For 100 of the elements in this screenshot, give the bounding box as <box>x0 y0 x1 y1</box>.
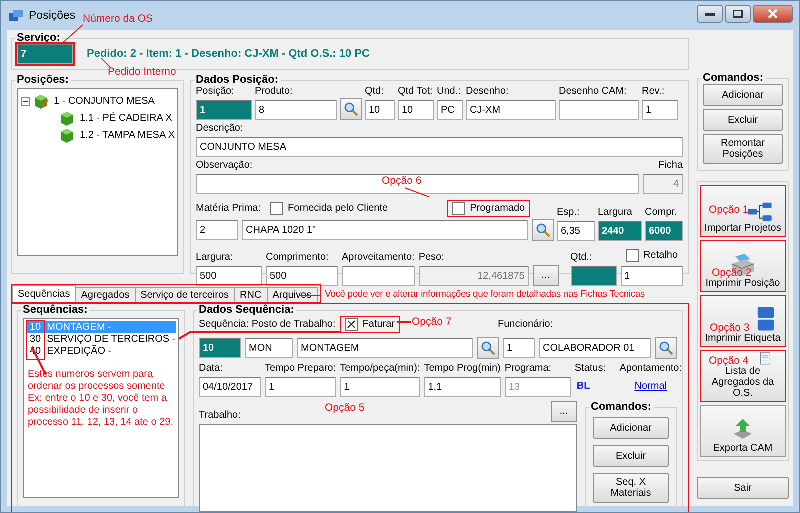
remnant-field[interactable]: 1 <box>620 266 683 286</box>
annotation: Estes numeros servem para ordenar os processos somente Ex: entre o 10 e 30, você tem a possibilidade de inserir o processo 11, 12, 13, 14 ate o 29. <box>28 369 174 429</box>
search-button[interactable] <box>532 219 554 241</box>
search-icon <box>658 340 674 356</box>
tab[interactable]: Sequências <box>12 285 76 302</box>
leader-line <box>404 188 430 198</box>
field-label: Produto: <box>255 86 294 98</box>
cube-icon <box>59 128 75 144</box>
position-tree[interactable]: 1 - CONJUNTO MESA 1.1 - PÉ CADEIRA X 1.2 - TAMPA MESA X <box>17 88 178 256</box>
length-field[interactable]: 500 <box>266 266 338 286</box>
piece-time-field[interactable]: 1 <box>340 377 420 397</box>
yield-field[interactable] <box>342 266 415 286</box>
product-field[interactable]: 8 <box>255 100 337 120</box>
revision-field[interactable]: 1 <box>642 100 678 120</box>
material-width-field[interactable]: 2440 <box>598 221 642 241</box>
entry-link[interactable]: Normal <box>634 377 667 397</box>
date-field[interactable]: 04/10/2017 <box>199 377 261 397</box>
command-button[interactable]: Adicionar <box>593 417 669 439</box>
total-quantity-field[interactable]: 10 <box>398 100 434 120</box>
setup-time-field[interactable]: 1 <box>265 377 336 397</box>
close-button[interactable] <box>753 5 793 23</box>
width-field[interactable]: 500 <box>196 266 262 286</box>
command-button[interactable]: Remontar Posições <box>703 134 783 164</box>
tab[interactable]: RNC <box>234 287 268 302</box>
command-button[interactable]: Adicionar <box>703 84 783 106</box>
field-label: Rev.: <box>642 86 666 98</box>
drawing-field[interactable]: CJ-XM <box>466 100 556 120</box>
leader-line <box>62 24 84 44</box>
field-label: Qtd.: <box>570 252 594 264</box>
sequence-field[interactable]: 10 <box>199 338 241 358</box>
tree-item[interactable]: 1.2 - TAMPA MESA X <box>78 130 178 141</box>
sequence-item[interactable]: 30 SERVIÇO DE TERCEIROS - <box>26 333 176 345</box>
group-title: Comandos: <box>702 72 764 84</box>
tab[interactable]: Serviço de terceiros <box>134 287 236 302</box>
command-button[interactable]: Seq. X Materiais <box>593 473 669 503</box>
workstation-code-field[interactable]: MON <box>245 338 293 358</box>
command-button[interactable]: Excluir <box>703 109 783 131</box>
material-length-field[interactable]: 6000 <box>645 221 683 241</box>
field-label: Desenho: <box>466 86 510 98</box>
more-button[interactable]: ... <box>551 401 577 422</box>
tool-button[interactable]: Exporta CAM <box>700 405 786 457</box>
maximize-button[interactable] <box>725 5 751 23</box>
material-name-field[interactable]: CHAPA 1020 1" <box>242 220 528 240</box>
field-label: Matéria Prima: <box>196 202 262 214</box>
search-button[interactable] <box>655 337 677 359</box>
annotation: Pedido Interno <box>108 66 176 78</box>
tree-item[interactable]: 1 - CONJUNTO MESA <box>52 96 157 107</box>
search-button[interactable] <box>477 337 499 359</box>
maximize-icon <box>733 10 743 18</box>
position-field[interactable]: 1 <box>196 100 252 120</box>
exit-button[interactable]: Sair <box>697 477 789 499</box>
tab[interactable]: Arquivos <box>266 287 318 302</box>
collapse-icon[interactable] <box>21 97 30 106</box>
supplied-checkbox[interactable]: Fornecida pelo Cliente <box>265 200 394 217</box>
annotation: Opção 4 <box>709 355 749 367</box>
sequence-number: 30 <box>30 334 42 344</box>
field-label: Tempo Preparo: <box>265 363 336 375</box>
scrap-quantity-field[interactable] <box>570 266 617 286</box>
minimize-button[interactable] <box>697 5 723 23</box>
tab[interactable]: Agregados <box>75 287 136 302</box>
window-title: Posições <box>29 10 76 22</box>
employee-code-field[interactable]: 1 <box>503 338 535 358</box>
workstation-name-field[interactable]: MONTAGEM <box>297 338 473 358</box>
field-label: Desenho CAM: <box>559 86 628 98</box>
field-label: Posição: <box>196 86 236 98</box>
assembly-icon <box>33 94 49 110</box>
unit-field[interactable]: PC <box>437 100 463 120</box>
field-label: Peso: <box>418 252 446 264</box>
field-label: Descrição: <box>196 123 244 135</box>
quantity-field[interactable]: 10 <box>365 100 395 120</box>
program-time-field[interactable]: 1,1 <box>424 377 501 397</box>
leader-line <box>397 321 411 323</box>
scheduled-checkbox[interactable]: Programado <box>447 200 530 217</box>
cam-drawing-field[interactable] <box>559 100 639 120</box>
tree-item[interactable]: 1.1 - PÉ CADEIRA X <box>78 113 174 124</box>
status-value: BL <box>576 380 592 394</box>
more-button[interactable]: ... <box>532 265 559 286</box>
sequence-list[interactable] <box>23 318 179 498</box>
annotation: Opção 7 <box>412 316 452 328</box>
material-code-field[interactable]: 2 <box>196 220 238 240</box>
description-field[interactable]: CONJUNTO MESA <box>196 137 683 157</box>
field-label: Aproveitamento: <box>342 252 415 264</box>
service-number-field[interactable]: 7 <box>17 44 73 64</box>
remnant-checkbox[interactable]: Retalho <box>620 247 683 264</box>
weight-field[interactable]: 12,461875 <box>418 266 529 286</box>
invoice-checkbox[interactable]: Faturar <box>340 316 400 333</box>
employee-name-field[interactable]: COLABORADOR 01 <box>539 338 651 358</box>
thickness-field[interactable]: 6,35 <box>557 221 595 241</box>
field-label: Qtd: <box>365 86 385 98</box>
search-button[interactable] <box>340 98 362 120</box>
field-label: Esp.: <box>557 207 581 219</box>
order-info: Pedido: 2 - Item: 1 - Desenho: CJ-XM - Qtd O.S.: 10 PC <box>87 48 370 60</box>
sheet-field[interactable]: 4 <box>643 174 683 194</box>
field-label: Programa: <box>504 363 553 375</box>
check-mark-icon <box>346 320 356 329</box>
observation-field[interactable] <box>196 174 639 194</box>
command-button[interactable]: Excluir <box>593 445 669 467</box>
field-label: Qtd Tot: <box>398 86 434 98</box>
annotation: Opção 6 <box>382 175 422 187</box>
work-text-area[interactable] <box>199 424 577 512</box>
